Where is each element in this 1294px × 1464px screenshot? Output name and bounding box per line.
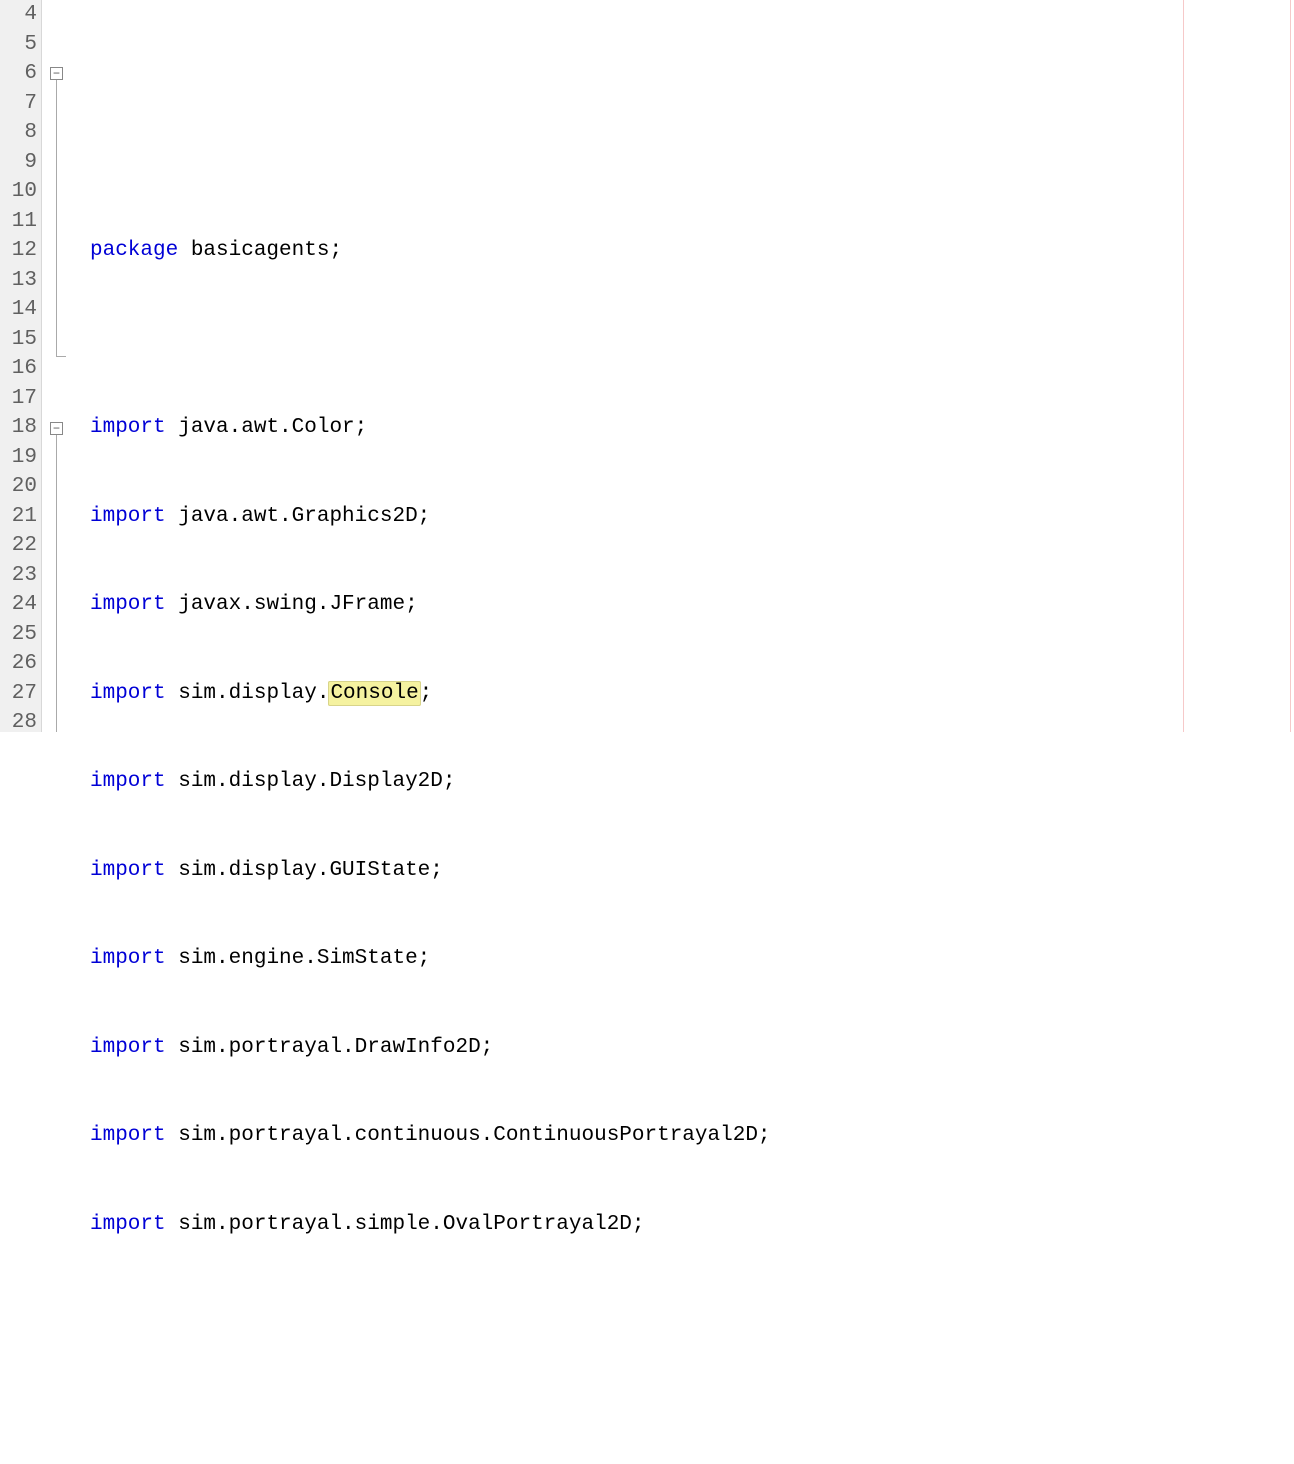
code-line[interactable] — [90, 148, 1294, 178]
line-number: 6 — [0, 59, 37, 89]
right-margin-guide — [1183, 0, 1184, 732]
code-line[interactable]: import sim.portrayal.continuous.Continuo… — [90, 1121, 1294, 1151]
line-number: 4 — [0, 0, 37, 30]
fold-guide-line — [56, 80, 57, 356]
line-number: 25 — [0, 620, 37, 650]
line-number: 14 — [0, 295, 37, 325]
line-number: 18 — [0, 413, 37, 443]
fold-guide-line — [56, 435, 57, 732]
line-number: 15 — [0, 325, 37, 355]
highlighted-symbol[interactable]: Console — [328, 681, 420, 706]
line-number: 24 — [0, 590, 37, 620]
line-number: 13 — [0, 266, 37, 296]
line-number: 27 — [0, 679, 37, 709]
line-number: 28 — [0, 708, 37, 738]
code-line[interactable]: package basicagents; — [90, 236, 1294, 266]
code-line[interactable] — [90, 325, 1294, 355]
fold-column: − − — [42, 0, 76, 732]
right-margin-guide — [1290, 0, 1291, 732]
code-line[interactable] — [90, 1298, 1294, 1328]
line-number: 17 — [0, 384, 37, 414]
code-line[interactable]: import sim.display.GUIState; — [90, 856, 1294, 886]
line-number: 26 — [0, 649, 37, 679]
line-number: 22 — [0, 531, 37, 561]
fold-toggle-imports[interactable]: − — [50, 67, 63, 80]
line-number: 21 — [0, 502, 37, 532]
code-line[interactable]: import sim.portrayal.simple.OvalPortraya… — [90, 1210, 1294, 1240]
line-number: 20 — [0, 472, 37, 502]
code-editor[interactable]: package basicagents; import java.awt.Col… — [76, 0, 1294, 732]
code-line[interactable]: import java.awt.Graphics2D; — [90, 502, 1294, 532]
line-number: 12 — [0, 236, 37, 266]
line-number: 9 — [0, 148, 37, 178]
line-number: 19 — [0, 443, 37, 473]
fold-toggle-javadoc[interactable]: − — [50, 422, 63, 435]
line-number: 10 — [0, 177, 37, 207]
line-number: 16 — [0, 354, 37, 384]
code-line[interactable]: import sim.engine.SimState; — [90, 944, 1294, 974]
line-number: 23 — [0, 561, 37, 591]
code-line[interactable]: import javax.swing.JFrame; — [90, 590, 1294, 620]
line-number: 5 — [0, 30, 37, 60]
line-number: 11 — [0, 207, 37, 237]
line-number: 7 — [0, 89, 37, 119]
code-line[interactable]: import sim.portrayal.DrawInfo2D; — [90, 1033, 1294, 1063]
fold-guide-end — [56, 356, 66, 357]
code-line[interactable]: import sim.display.Display2D; — [90, 767, 1294, 797]
code-line[interactable]: import sim.display.Console; — [90, 679, 1294, 709]
line-number: 8 — [0, 118, 37, 148]
code-line[interactable] — [90, 1387, 1294, 1417]
line-number-gutter: 4 5 6 7 8 9 10 11 12 13 14 15 16 17 18 1… — [0, 0, 42, 732]
code-line[interactable]: import java.awt.Color; — [90, 413, 1294, 443]
